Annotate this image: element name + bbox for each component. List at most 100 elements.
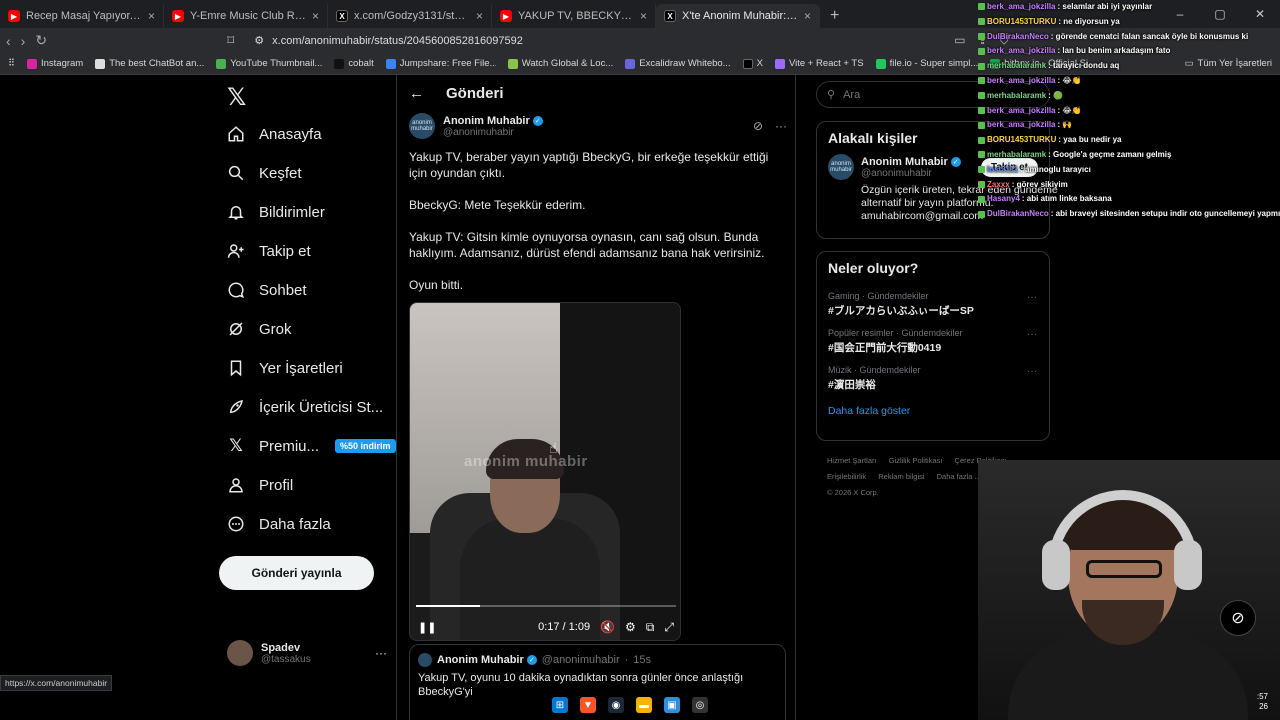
nav-item-explore[interactable]: Keşfet — [227, 164, 302, 182]
account-switcher[interactable]: Spadev @tassakus ··· — [227, 640, 387, 666]
store-icon[interactable]: ▣ — [664, 697, 680, 713]
footer-link[interactable]: Reklam bilgisi — [878, 472, 924, 481]
chat-username[interactable]: berk_ama_jokzilla — [987, 76, 1055, 85]
brave-browser-icon[interactable]: ▼ — [580, 697, 596, 713]
more-options-icon[interactable]: ··· — [1027, 366, 1037, 377]
footer-link[interactable]: Hizmet Şartları — [827, 456, 877, 465]
bookmark-icon — [227, 359, 245, 377]
chat-username[interactable]: merhabalaramk — [987, 150, 1046, 159]
nav-item-chat[interactable]: Sohbet — [227, 281, 307, 299]
chat-username[interactable]: berk_ama_jokzilla — [987, 2, 1055, 11]
app-icon[interactable]: ◎ — [692, 697, 708, 713]
file-explorer-icon[interactable]: ▬ — [636, 697, 652, 713]
bookmark-item[interactable]: Jumpshare: Free File... — [385, 58, 496, 69]
grok-icon[interactable]: ⊘ — [753, 119, 763, 133]
nav-item-creator-studio[interactable]: İçerik Üreticisi St... — [227, 398, 383, 416]
apps-icon[interactable]: ⠿ — [8, 58, 15, 69]
chat-username[interactable]: DulBirakanNeco — [987, 32, 1049, 41]
nav-item-profile[interactable]: Profil — [227, 476, 293, 494]
chat-username[interactable]: merhabalaramk — [987, 91, 1046, 100]
fileio-icon — [875, 58, 886, 69]
close-icon[interactable]: × — [148, 9, 155, 23]
steam-icon[interactable]: ◉ — [608, 697, 624, 713]
bookmark-item[interactable]: Vite + React + TS — [774, 58, 864, 69]
bookmark-item[interactable]: X — [742, 58, 763, 69]
post-button[interactable]: Gönderi yayınla — [219, 556, 374, 590]
close-icon[interactable]: × — [312, 9, 319, 23]
browser-tab[interactable]: ▶ YAKUP TV, BBECKYG İLE MİNECRAFT × — [492, 4, 656, 28]
chat-badge-icon — [978, 47, 985, 55]
windows-start-icon[interactable]: ⊞ — [552, 697, 568, 713]
browser-tab-active[interactable]: X X'te Anonim Muhabir: "Yakup TV × — [656, 4, 820, 28]
chat-message: merhabalaramk: Google'a geçme zamanı gel… — [978, 148, 1280, 163]
mute-icon[interactable]: 🔇 — [600, 620, 615, 634]
browser-tab[interactable]: ▶ Y-Emre Music Club Remix - Türkçe O × — [164, 4, 328, 28]
grok-floating-button[interactable]: ⊘ — [1220, 600, 1256, 636]
trend-item[interactable]: Popüler resimler · Gündemdekiler #国会正門前大… — [817, 321, 1049, 358]
nav-item-more[interactable]: Daha fazla — [227, 515, 331, 533]
show-more-link[interactable]: Daha fazla göster — [817, 395, 1049, 427]
bookmark-item[interactable]: Instagram — [26, 58, 83, 69]
chat-username[interactable]: BORU1453TURKU — [987, 17, 1056, 26]
tab-title: YAKUP TV, BBECKYG İLE MİNECRAFT — [518, 10, 634, 22]
footer-link[interactable]: Erişilebilirlik — [827, 472, 866, 481]
video-player[interactable]: anonim muhabir ❚❚ 0:17 / 1:09 🔇 ⚙ ⧉ ⤢ — [409, 302, 681, 641]
chat-username[interactable]: Hasany4 — [987, 194, 1020, 203]
premium-discount-badge: %50 indirim — [335, 439, 396, 453]
close-icon[interactable]: × — [804, 9, 811, 23]
avatar — [227, 640, 253, 666]
fullscreen-icon[interactable]: ⤢ — [664, 620, 674, 635]
pip-icon[interactable]: ⧉ — [646, 620, 655, 635]
settings-icon[interactable]: ⚙ — [625, 620, 636, 634]
x-logo-icon[interactable]: 𝕏 — [227, 83, 246, 112]
chat-text: : Google'a geçme zamanı gelmiş — [1048, 149, 1172, 159]
more-options-icon[interactable]: ··· — [1027, 329, 1037, 340]
close-icon[interactable]: × — [476, 9, 483, 23]
forward-icon[interactable]: › — [21, 33, 26, 49]
footer-link[interactable]: Daha fazla ... — [937, 472, 981, 481]
trend-item[interactable]: Müzik · Gündemdekiler #濵田崇裕 ··· — [817, 358, 1049, 395]
cast-icon[interactable]: ▭ — [954, 33, 965, 48]
more-options-icon[interactable]: ··· — [375, 646, 387, 660]
nav-item-bookmarks[interactable]: Yer İşaretleri — [227, 359, 343, 377]
back-icon[interactable]: ‹ — [6, 33, 11, 49]
nav-item-premium[interactable]: 𝕏 Premiu... %50 indirim — [227, 436, 396, 455]
bookmark-item[interactable]: file.io - Super simpl... — [875, 58, 978, 69]
back-arrow-icon[interactable]: ← — [409, 85, 424, 102]
footer-link[interactable]: Gizlilik Politikası — [889, 456, 943, 465]
chat-username[interactable]: BORU1453TURKU — [987, 135, 1056, 144]
bookmark-item[interactable]: The best ChatBot an... — [95, 58, 204, 69]
nav-item-follow[interactable]: Takip et — [227, 242, 311, 260]
chat-username[interactable]: Zaxxx — [987, 180, 1010, 189]
chat-username[interactable]: berk_ama_jokzilla — [987, 106, 1055, 115]
bookmark-item[interactable]: Excalidraw Whitebo... — [625, 58, 731, 69]
video-progress-bar[interactable] — [416, 605, 676, 607]
new-tab-button[interactable]: + — [820, 4, 849, 28]
bookmark-item[interactable]: cobalt — [334, 58, 374, 69]
bookmark-page-icon[interactable]: ⌑ — [227, 32, 234, 49]
trend-item[interactable]: Gaming · Gündemdekiler #ブルアカらいぶふぃーばーSP ·… — [817, 284, 1049, 321]
chat-username[interactable]: DulBirakanNeco — [987, 209, 1049, 218]
site-info-icon[interactable]: ⚙ — [254, 34, 264, 47]
video-time: 0:17 / 1:09 — [538, 621, 591, 633]
nav-item-notifications[interactable]: Bildirimler — [227, 203, 325, 221]
close-icon[interactable]: × — [640, 9, 647, 23]
chat-username[interactable]: lost3111 — [987, 165, 1018, 174]
chat-username[interactable]: berk_ama_jokzilla — [987, 120, 1055, 129]
reload-icon[interactable]: ↻ — [35, 32, 47, 49]
nav-item-home[interactable]: Anasayfa — [227, 125, 322, 143]
browser-tab[interactable]: X x.com/Godzy3131/status/19875553 × — [328, 4, 492, 28]
nav-item-grok[interactable]: Grok — [227, 320, 292, 338]
bookmark-item[interactable]: Watch Global & Loc... — [507, 58, 613, 69]
author-name-link[interactable]: Anonim Muhabir ✓ — [443, 115, 543, 127]
more-options-icon[interactable]: ··· — [1027, 292, 1037, 303]
author-avatar[interactable]: anonim muhabir — [409, 113, 435, 139]
bookmark-item[interactable]: YouTube Thumbnail... — [216, 58, 322, 69]
pause-icon[interactable]: ❚❚ — [418, 621, 436, 634]
more-options-icon[interactable]: ··· — [775, 119, 787, 133]
url-input[interactable]: ⚙ x.com/anonimuhabir/status/204560085281… — [244, 30, 944, 52]
chat-username[interactable]: berk_ama_jokzilla — [987, 46, 1055, 55]
chat-username[interactable]: merhabalaramk — [987, 61, 1046, 70]
author-handle[interactable]: @anonimuhabir — [443, 127, 543, 138]
browser-tab[interactable]: ▶ Recep Masaj Yapıyor. #recepivedik - × — [0, 4, 164, 28]
